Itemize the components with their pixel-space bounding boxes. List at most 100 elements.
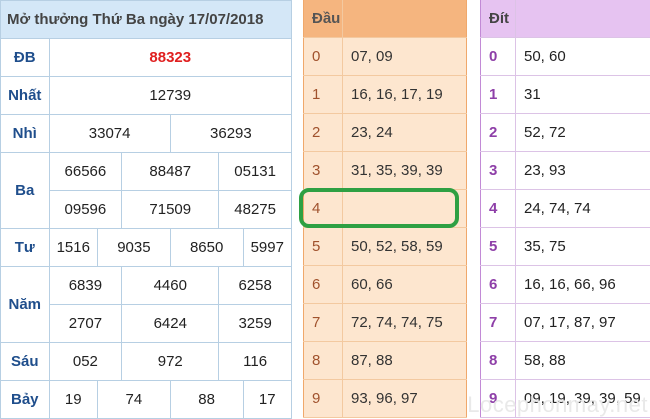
dit-row: 131: [481, 76, 650, 114]
prize-value: 09596: [49, 191, 122, 229]
prize-value: 2707: [49, 305, 122, 343]
dau-key: 7: [304, 304, 343, 342]
dit-row: 535, 75: [481, 228, 650, 266]
prize-value: 5997: [243, 229, 292, 267]
dau-key: 8: [304, 342, 343, 380]
dit-header-blank: [516, 0, 650, 38]
dau-value: 16, 16, 17, 19: [343, 76, 467, 114]
dau-row: 331, 35, 39, 39: [304, 152, 467, 190]
dit-row: 424, 74, 74: [481, 190, 650, 228]
prize-value: 116: [219, 343, 292, 381]
prize-row-nhi: Nhì 33074 36293: [1, 115, 292, 153]
dau-key: 6: [304, 266, 343, 304]
prize-value: 3259: [219, 305, 292, 343]
dau-header-blank: [343, 0, 467, 38]
dau-value: 87, 88: [343, 342, 467, 380]
dit-key: 7: [481, 304, 516, 342]
dau-value: 93, 96, 97: [343, 380, 467, 418]
dau-row: 007, 09: [304, 38, 467, 76]
dit-key: 0: [481, 38, 516, 76]
prize-row-db: ĐB 88323: [1, 39, 292, 77]
dau-value: 50, 52, 58, 59: [343, 228, 467, 266]
prize-value: 88487: [122, 153, 219, 191]
prize-value: 12739: [49, 77, 292, 115]
prize-label: ĐB: [1, 39, 50, 77]
dau-row: 223, 24: [304, 114, 467, 152]
dit-value: 24, 74, 74: [516, 190, 650, 228]
dit-table: Đít 050, 60 131 252, 72 323, 93 424, 74,…: [480, 0, 650, 418]
dit-key: 6: [481, 266, 516, 304]
dit-value: 23, 93: [516, 152, 650, 190]
prize-value: 9035: [98, 229, 171, 267]
dit-key: 2: [481, 114, 516, 152]
results-title: Mở thưởng Thứ Ba ngày 17/07/2018: [1, 1, 292, 39]
dau-header: Đầu: [304, 0, 343, 38]
dit-value: 50, 60: [516, 38, 650, 76]
prize-label: Sáu: [1, 343, 50, 381]
prize-value: 8650: [170, 229, 243, 267]
dau-key: 2: [304, 114, 343, 152]
dit-key: 8: [481, 342, 516, 380]
prize-value: 19: [49, 381, 98, 419]
prize-row-nhat: Nhất 12739: [1, 77, 292, 115]
dau-row: 993, 96, 97: [304, 380, 467, 418]
dit-row: 707, 17, 87, 97: [481, 304, 650, 342]
dit-row: 252, 72: [481, 114, 650, 152]
prize-row-sau: Sáu 052 972 116: [1, 343, 292, 381]
dit-key: 5: [481, 228, 516, 266]
dau-row: 660, 66: [304, 266, 467, 304]
prize-value: 71509: [122, 191, 219, 229]
prize-row-nam: Năm 6839 4460 6258: [1, 267, 292, 305]
dau-value: 23, 24: [343, 114, 467, 152]
empty-row-highlight: [299, 188, 459, 228]
dit-value: 31: [516, 76, 650, 114]
prize-label: Bảy: [1, 381, 50, 419]
dit-key: 9: [481, 380, 516, 418]
dit-row: 050, 60: [481, 38, 650, 76]
dit-key: 3: [481, 152, 516, 190]
prize-value: 1516: [49, 229, 98, 267]
dau-key: 9: [304, 380, 343, 418]
results-table: Mở thưởng Thứ Ba ngày 17/07/2018 ĐB 8832…: [0, 0, 292, 419]
dit-value: 09, 19, 39, 39, 59: [516, 380, 650, 418]
prize-value: 6839: [49, 267, 122, 305]
dau-row: 887, 88: [304, 342, 467, 380]
dau-key: 5: [304, 228, 343, 266]
prize-value: 17: [243, 381, 292, 419]
prize-value: 052: [49, 343, 122, 381]
prize-value: 6424: [122, 305, 219, 343]
dit-value: 07, 17, 87, 97: [516, 304, 650, 342]
dit-value: 58, 88: [516, 342, 650, 380]
dit-key: 4: [481, 190, 516, 228]
dau-value: 60, 66: [343, 266, 467, 304]
dit-value: 35, 75: [516, 228, 650, 266]
dau-key: 1: [304, 76, 343, 114]
prize-row-ba: Ba 66566 88487 05131: [1, 153, 292, 191]
prize-row-tu: Tư 1516 9035 8650 5997: [1, 229, 292, 267]
prize-value: 972: [122, 343, 219, 381]
dit-row: 616, 16, 66, 96: [481, 266, 650, 304]
prize-value: 33074: [49, 115, 170, 153]
prize-label: Ba: [1, 153, 50, 229]
dit-header: Đít: [481, 0, 516, 38]
dit-value: 52, 72: [516, 114, 650, 152]
dau-key: 0: [304, 38, 343, 76]
dau-value: 31, 35, 39, 39: [343, 152, 467, 190]
dau-key: 3: [304, 152, 343, 190]
prize-label: Năm: [1, 267, 50, 343]
prize-value: 36293: [170, 115, 291, 153]
prize-row-bay: Bảy 19 74 88 17: [1, 381, 292, 419]
dit-row: 323, 93: [481, 152, 650, 190]
dau-value: 07, 09: [343, 38, 467, 76]
prize-label: Nhất: [1, 77, 50, 115]
dau-row: 772, 74, 74, 75: [304, 304, 467, 342]
dau-row: 550, 52, 58, 59: [304, 228, 467, 266]
prize-label: Nhì: [1, 115, 50, 153]
prize-value: 88: [170, 381, 243, 419]
dit-value: 16, 16, 66, 96: [516, 266, 650, 304]
prize-value: 74: [98, 381, 171, 419]
dau-row: 116, 16, 17, 19: [304, 76, 467, 114]
dit-row: 909, 19, 39, 39, 59: [481, 380, 650, 418]
dit-row: 858, 88: [481, 342, 650, 380]
prize-value: 48275: [219, 191, 292, 229]
